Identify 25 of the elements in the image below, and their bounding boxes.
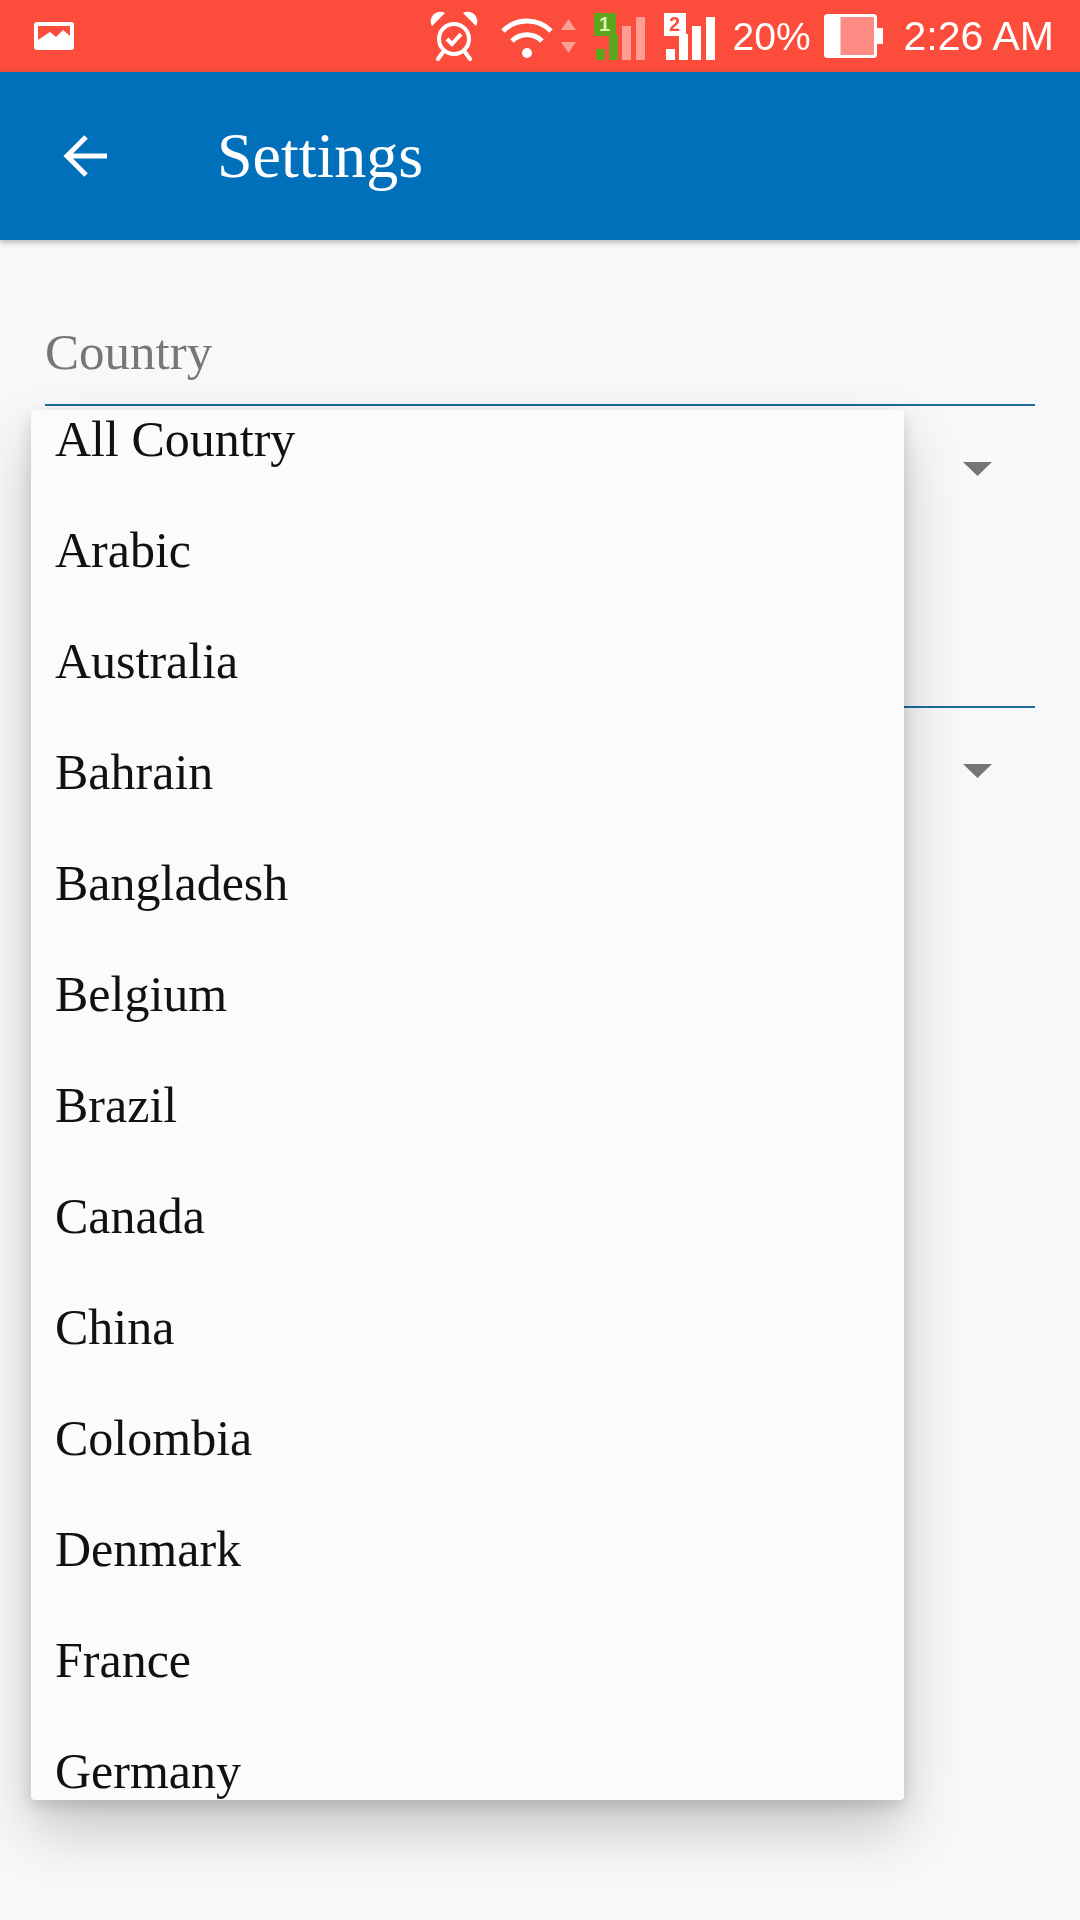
menu-item[interactable]: Bangladesh	[31, 854, 904, 912]
menu-item[interactable]: Germany	[31, 1742, 904, 1800]
menu-item[interactable]: Bahrain	[31, 743, 904, 801]
screen-title: Settings	[217, 120, 424, 192]
menu-item[interactable]: Colombia	[31, 1409, 904, 1467]
caret-icon[interactable]	[963, 462, 992, 476]
menu-item[interactable]: Denmark	[31, 1520, 904, 1578]
menu-item[interactable]: China	[31, 1298, 904, 1356]
menu-item[interactable]: Arabic	[31, 521, 904, 579]
data-arrows-icon	[558, 17, 578, 55]
menu-item[interactable]: Belgium	[31, 965, 904, 1023]
battery-percentage: 20%	[732, 16, 811, 56]
clock-time: 2:26 AM	[903, 15, 1054, 57]
field-label: Country	[45, 323, 213, 381]
menu-item[interactable]: Brazil	[31, 1076, 904, 1134]
caret-icon[interactable]	[963, 764, 992, 778]
image-icon	[34, 22, 74, 50]
menu-item[interactable]: Canada	[31, 1187, 904, 1245]
battery-icon	[823, 14, 883, 58]
menu-item[interactable]: France	[31, 1631, 904, 1689]
alarm-clock-icon	[429, 11, 478, 61]
menu-item[interactable]: All Country	[31, 410, 904, 468]
sim-slot-label: 1	[593, 12, 616, 36]
sim-slot-label: 2	[663, 12, 686, 36]
menu-item[interactable]: Australia	[31, 632, 904, 690]
